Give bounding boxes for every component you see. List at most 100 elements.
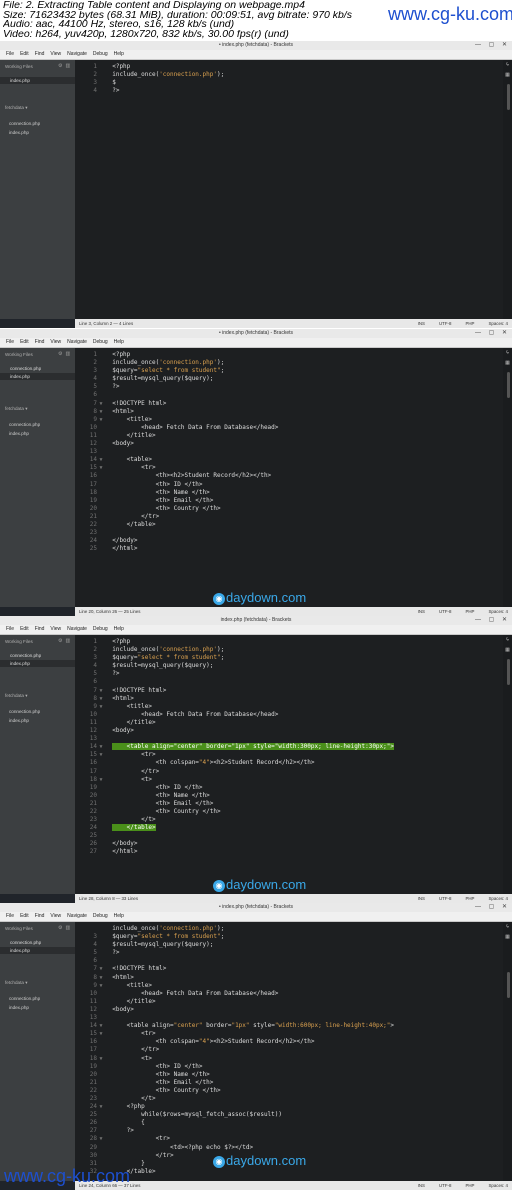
menu-item-navigate[interactable]: Navigate bbox=[67, 912, 87, 921]
fold-arrow-icon[interactable]: ▼ bbox=[97, 982, 105, 990]
status-item[interactable]: INS bbox=[418, 609, 425, 614]
status-item[interactable]: Spaces: 4 bbox=[488, 896, 508, 901]
menu-item-find[interactable]: Find bbox=[35, 912, 45, 921]
menu-item-debug[interactable]: Debug bbox=[93, 50, 108, 59]
code-editor[interactable]: 1 <?php 2 include_once('connection.php')… bbox=[75, 635, 512, 894]
menu-item-edit[interactable]: Edit bbox=[20, 912, 29, 921]
menu-item-help[interactable]: Help bbox=[114, 625, 124, 634]
code-area[interactable]: 1 <?php 2 include_once('connection.php')… bbox=[83, 638, 394, 857]
extension-manager-icon[interactable]: ▦ bbox=[504, 72, 511, 79]
project-folder-label[interactable]: fetchdata ▾ bbox=[5, 980, 28, 986]
menu-item-help[interactable]: Help bbox=[114, 50, 124, 59]
sidebar-controls[interactable]: ⚙▥ bbox=[58, 351, 73, 357]
live-preview-icon[interactable]: ϟ bbox=[504, 350, 511, 357]
status-item[interactable]: UTF-8 bbox=[439, 609, 451, 614]
sidebar-controls[interactable]: ⚙▥ bbox=[58, 63, 73, 69]
menu-item-find[interactable]: Find bbox=[35, 50, 45, 59]
menu-item-file[interactable]: File bbox=[6, 912, 14, 921]
menu-item-view[interactable]: View bbox=[50, 625, 61, 634]
project-file-item[interactable]: connection.php bbox=[9, 709, 40, 714]
menu-item-file[interactable]: File bbox=[6, 50, 14, 59]
working-file-item[interactable]: index.php bbox=[0, 947, 75, 954]
project-file-item[interactable]: index.php bbox=[9, 130, 29, 135]
working-file-item[interactable]: connection.php bbox=[0, 365, 75, 372]
sidebar-controls[interactable]: ⚙▥ bbox=[58, 638, 73, 644]
window-controls[interactable]: — ▢ ✕ bbox=[475, 617, 510, 624]
sidebar-controls[interactable]: ⚙▥ bbox=[58, 925, 73, 931]
menu-item-edit[interactable]: Edit bbox=[20, 50, 29, 59]
project-file-item[interactable]: connection.php bbox=[9, 422, 40, 427]
status-item[interactable]: UTF-8 bbox=[439, 321, 451, 326]
scrollbar[interactable] bbox=[507, 659, 510, 685]
project-file-item[interactable]: index.php bbox=[9, 718, 29, 723]
status-item[interactable]: PHP bbox=[465, 609, 474, 614]
fold-arrow-icon[interactable]: ▼ bbox=[97, 974, 105, 982]
live-preview-icon[interactable]: ϟ bbox=[504, 924, 511, 931]
working-file-item[interactable]: index.php bbox=[0, 373, 75, 380]
project-file-item[interactable]: connection.php bbox=[9, 121, 40, 126]
status-item[interactable]: Spaces: 4 bbox=[488, 1183, 508, 1188]
menu-item-view[interactable]: View bbox=[50, 912, 61, 921]
fold-arrow-icon[interactable]: ▼ bbox=[97, 1030, 105, 1038]
live-preview-icon[interactable]: ϟ bbox=[504, 637, 511, 644]
code-editor[interactable]: include_once('connection.php'); 3 $query… bbox=[75, 922, 512, 1181]
fold-arrow-icon[interactable]: ▼ bbox=[97, 1055, 105, 1063]
project-folder-label[interactable]: fetchdata ▾ bbox=[5, 406, 28, 412]
code-area[interactable]: 1 <?php 2 include_once('connection.php')… bbox=[83, 63, 224, 95]
fold-arrow-icon[interactable]: ▼ bbox=[97, 1135, 105, 1143]
menu-item-find[interactable]: Find bbox=[35, 338, 45, 347]
menu-item-find[interactable]: Find bbox=[35, 625, 45, 634]
fold-arrow-icon[interactable]: ▼ bbox=[97, 751, 105, 759]
menu-item-file[interactable]: File bbox=[6, 625, 14, 634]
live-preview-icon[interactable]: ϟ bbox=[504, 62, 511, 69]
menu-item-file[interactable]: File bbox=[6, 338, 14, 347]
fold-arrow-icon[interactable]: ▼ bbox=[97, 400, 105, 408]
project-folder-label[interactable]: fetchdata ▾ bbox=[5, 693, 28, 699]
status-item[interactable]: INS bbox=[418, 896, 425, 901]
menu-item-edit[interactable]: Edit bbox=[20, 625, 29, 634]
menu-item-view[interactable]: View bbox=[50, 50, 61, 59]
menu-item-debug[interactable]: Debug bbox=[93, 912, 108, 921]
status-item[interactable]: INS bbox=[418, 321, 425, 326]
split-icon[interactable]: ▥ bbox=[65, 63, 73, 69]
working-file-item[interactable]: connection.php bbox=[0, 652, 75, 659]
fold-arrow-icon[interactable]: ▼ bbox=[97, 776, 105, 784]
fold-arrow-icon[interactable]: ▼ bbox=[97, 743, 105, 751]
fold-arrow-icon[interactable]: ▼ bbox=[97, 965, 105, 973]
status-item[interactable]: PHP bbox=[465, 321, 474, 326]
menu-item-navigate[interactable]: Navigate bbox=[67, 625, 87, 634]
scrollbar[interactable] bbox=[507, 84, 510, 110]
project-file-item[interactable]: connection.php bbox=[9, 996, 40, 1001]
project-file-item[interactable]: index.php bbox=[9, 431, 29, 436]
fold-arrow-icon[interactable]: ▼ bbox=[97, 687, 105, 695]
status-item[interactable]: UTF-8 bbox=[439, 1183, 451, 1188]
working-file-item[interactable]: index.php bbox=[0, 77, 75, 84]
status-item[interactable]: Spaces: 4 bbox=[488, 321, 508, 326]
working-file-item[interactable]: connection.php bbox=[0, 939, 75, 946]
split-icon[interactable]: ▥ bbox=[65, 638, 73, 644]
project-file-item[interactable]: index.php bbox=[9, 1005, 29, 1010]
status-item[interactable]: PHP bbox=[465, 1183, 474, 1188]
scrollbar[interactable] bbox=[507, 972, 510, 998]
project-folder-label[interactable]: fetchdata ▾ bbox=[5, 105, 28, 111]
menu-item-navigate[interactable]: Navigate bbox=[67, 338, 87, 347]
status-item[interactable]: INS bbox=[418, 1183, 425, 1188]
fold-arrow-icon[interactable]: ▼ bbox=[97, 416, 105, 424]
extension-manager-icon[interactable]: ▦ bbox=[504, 360, 511, 367]
code-area[interactable]: 1 <?php 2 include_once('connection.php')… bbox=[83, 351, 279, 553]
status-item[interactable]: Spaces: 4 bbox=[488, 609, 508, 614]
fold-arrow-icon[interactable]: ▼ bbox=[97, 695, 105, 703]
menu-item-navigate[interactable]: Navigate bbox=[67, 50, 87, 59]
fold-arrow-icon[interactable]: ▼ bbox=[97, 456, 105, 464]
menu-item-view[interactable]: View bbox=[50, 338, 61, 347]
status-item[interactable]: UTF-8 bbox=[439, 896, 451, 901]
split-icon[interactable]: ▥ bbox=[65, 925, 73, 931]
extension-manager-icon[interactable]: ▦ bbox=[504, 647, 511, 654]
menu-item-debug[interactable]: Debug bbox=[93, 338, 108, 347]
window-controls[interactable]: — ▢ ✕ bbox=[475, 42, 510, 49]
code-area[interactable]: include_once('connection.php'); 3 $query… bbox=[83, 925, 394, 1176]
window-controls[interactable]: — ▢ ✕ bbox=[475, 330, 510, 337]
code-editor[interactable]: 1 <?php 2 include_once('connection.php')… bbox=[75, 348, 512, 607]
fold-arrow-icon[interactable]: ▼ bbox=[97, 408, 105, 416]
window-controls[interactable]: — ▢ ✕ bbox=[475, 904, 510, 911]
